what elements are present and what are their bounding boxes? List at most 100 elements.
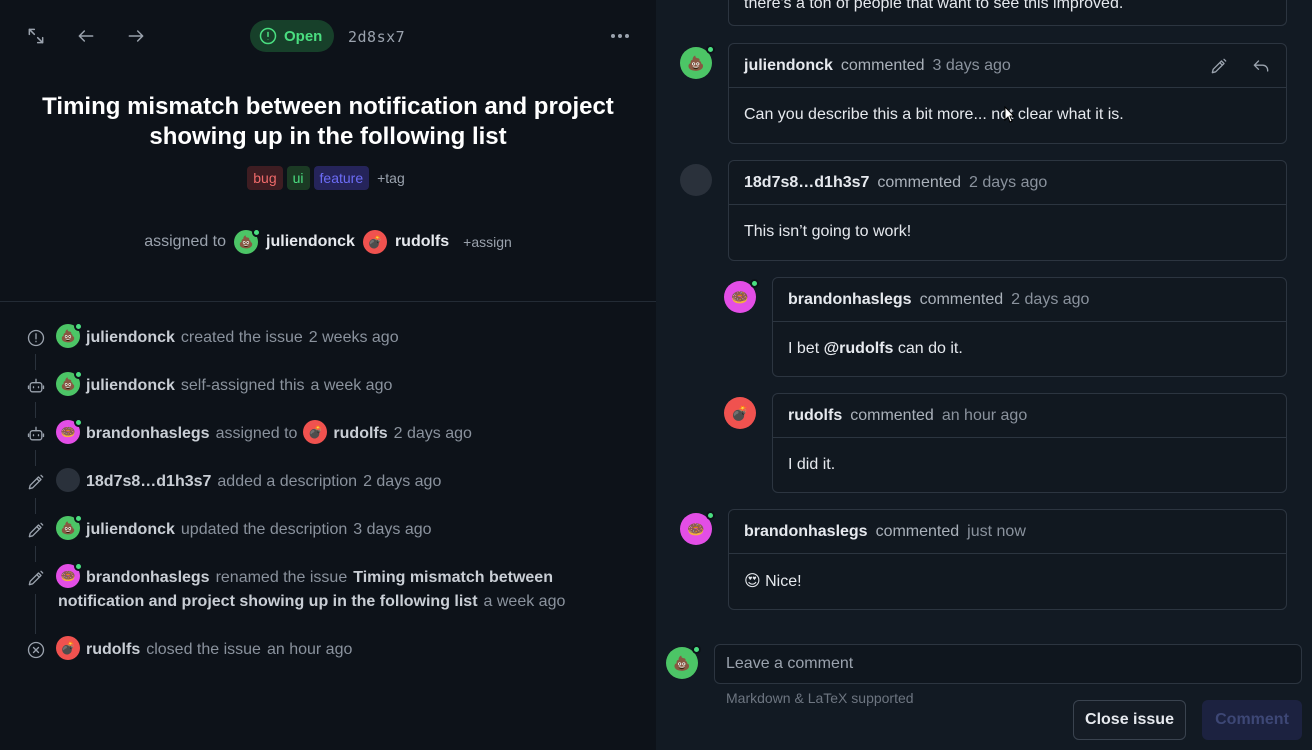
pen-icon [24,562,48,594]
timeline-time: a week ago [310,377,393,395]
comment-verb: commented [875,522,960,540]
pen-icon[interactable] [1209,56,1229,76]
comment-text: can do it. [893,340,963,357]
timeline-target-user[interactable]: rudolfs [333,425,387,442]
comment: brandonhaslegs commented just now 😍 Nice… [728,509,1287,610]
comment-body: 😍 Nice! [744,573,802,590]
timeline-user[interactable]: juliendonck [86,377,175,394]
tag-ui[interactable]: ui [286,166,310,190]
avatar: 🍩 [56,562,83,588]
markdown-hint: Markdown & LaTeX supported [726,690,914,706]
assignee-rudolfs[interactable]: rudolfs [395,233,449,251]
comment-author[interactable]: rudolfs [788,407,842,425]
timeline-action: renamed the issue [215,569,348,587]
issue-detail-pane: Open 2d8sx7 Timing mismatch between noti… [0,0,656,750]
timeline-action: self-assigned this [180,377,305,395]
comment-body: This isn’t going to work! [744,223,912,240]
avatar: 🍩 [56,418,83,444]
timeline-time: 3 days ago [353,521,432,539]
timeline-item: 💩 juliendonck created the issue 2 weeks ago [24,322,644,354]
online-indicator [252,228,262,237]
timeline-item: 🍩 brandonhaslegs renamed the issue Timing m… [24,562,644,614]
comment-time: 2 days ago [969,173,1048,191]
assignees: assigned to 💩 juliendonck 💣 rudolfs +ass… [0,228,656,254]
avatar: 🍩 [680,511,715,545]
robot-icon [24,418,48,450]
comment-author[interactable]: 18d7s8…d1h3s7 [744,174,869,192]
add-assign-button[interactable]: +assign [463,234,512,250]
comment-text: there's a ton of people that want to see… [744,0,1124,12]
comment-text: I bet [788,340,824,357]
timeline-action: added a description [217,473,358,491]
timeline-action: assigned to [215,425,298,443]
avatar: 💩 [56,370,83,396]
comment-time: 3 days ago [932,56,1011,74]
timeline-time: 2 weeks ago [308,329,399,347]
more-icon[interactable] [608,26,632,46]
status-open-icon [259,27,277,45]
avatar: 💩 [56,322,83,348]
timeline-user[interactable]: brandonhaslegs [86,425,210,442]
issue-closed-icon [24,634,48,666]
comment-time: just now [967,522,1026,540]
comment-verb: commented [840,56,925,74]
comment-verb: commented [850,406,934,424]
mention-link[interactable]: @rudolfs [824,340,894,358]
avatar: 💩 [680,45,715,79]
timeline-user[interactable]: 18d7s8…d1h3s7 [86,473,211,490]
comment-verb: commented [919,290,1004,308]
add-tag-button[interactable]: +tag [373,166,409,190]
divider [0,301,656,302]
robot-icon [24,370,48,402]
issue-id: 2d8sx7 [348,28,406,46]
tag-bug[interactable]: bug [247,166,283,190]
timeline-item: 💩 juliendonck updated the description 3 day… [24,514,644,546]
mouse-cursor-icon [1004,106,1016,123]
status-badge: Open [250,20,335,52]
timeline-time: 2 days ago [393,425,472,443]
timeline-user[interactable]: juliendonck [86,329,175,346]
comment-time: an hour ago [941,406,1028,424]
comment-author[interactable]: brandonhaslegs [788,291,912,309]
assignee-juliendonck[interactable]: juliendonck [266,233,355,251]
timeline-item: 💣 rudolfs closed the issue an hour ago [24,634,644,666]
timeline-action: created the issue [180,329,303,347]
timeline-action: closed the issue [146,641,261,659]
avatar: 💣 [56,636,80,660]
comment-author[interactable]: juliendonck [744,57,833,75]
timeline-user[interactable]: brandonhaslegs [86,569,210,586]
comment-input[interactable] [714,644,1302,684]
timeline-user[interactable]: rudolfs [86,641,140,658]
reply-icon[interactable] [1251,56,1271,76]
pen-icon [24,514,48,546]
timeline-user[interactable]: juliendonck [86,521,175,538]
close-issue-button[interactable]: Close issue [1073,700,1186,740]
comment-author[interactable]: brandonhaslegs [744,523,868,541]
avatar: 💩 [234,228,262,254]
issue-open-icon [24,322,48,354]
pen-icon [24,466,48,498]
issue-title: Timing mismatch between notification and… [42,93,614,150]
timeline-item: 🍩 brandonhaslegs assigned to 💣 rudolfs 2 days… [24,418,644,450]
issue-toolbar: Open 2d8sx7 [0,0,656,72]
timeline-time: an hour ago [266,641,353,659]
comment-reply: rudolfs commented an hour ago I did it. [772,393,1287,493]
comment-body-partial: there's a ton of people that want to see… [728,0,1287,26]
tag-feature[interactable]: feature [313,166,370,190]
avatar [680,164,712,196]
expand-icon[interactable] [24,24,48,48]
arrow-left-icon[interactable] [74,24,98,48]
comment: 18d7s8…d1h3s7 commented 2 days ago This … [728,160,1287,261]
arrow-right-icon[interactable] [124,24,148,48]
avatar: 💩 [56,514,83,540]
timeline-action: updated the description [180,521,348,539]
comment-reply: brandonhaslegs commented 2 days ago I be… [772,277,1287,377]
avatar: 💣 [362,230,387,254]
status-label: Open [284,27,323,45]
assigned-to-label: assigned to [144,233,227,250]
comment-button[interactable]: Comment [1202,700,1302,740]
comment-verb: commented [877,173,961,191]
renamed-title: Timing mismatch between [353,569,553,587]
timeline-time: 2 days ago [363,473,442,491]
avatar: 💣 [303,420,328,444]
